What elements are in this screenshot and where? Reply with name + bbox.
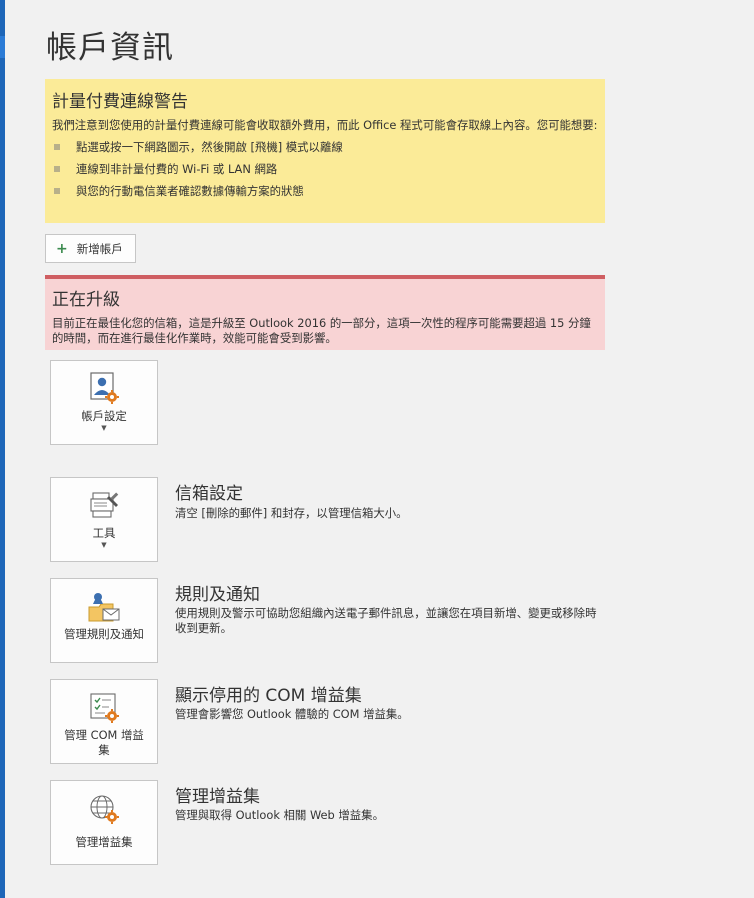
bullet-icon [54,188,60,194]
plus-icon: + [56,240,68,257]
list-item: 連線到非計量付費的 Wi-Fi 或 LAN 網路 [52,162,599,184]
account-settings-icon [87,371,121,405]
rules-title: 規則及通知 [175,585,260,605]
upgrade-text: 目前正在最佳化您的信箱，這是升級至 Outlook 2016 的一部分，這項一次… [52,316,591,345]
tile-label: 工具 [92,526,116,540]
list-item: 點選或按一下網路圖示，然後開啟 [飛機] 模式以離線 [52,140,599,162]
chevron-down-icon: ▼ [101,541,107,549]
tools-icon [87,488,121,522]
mailbox-settings-desc: 清空 [刪除的郵件] 和封存，以管理信箱大小。 [175,506,408,520]
tile-label: 管理 COM 增益集 [64,728,144,757]
rules-desc: 使用規則及警示可協助您組織內送電子郵件訊息，並讓您在項目新增、變更或移除時收到更… [175,606,597,635]
com-addins-title: 顯示停用的 COM 增益集 [175,686,362,706]
upgrade-title: 正在升級 [52,290,120,310]
rules-alerts-icon [87,589,121,623]
tile-label: 管理規則及通知 [64,627,144,641]
bullet-icon [54,144,60,150]
com-addins-desc: 管理會影響您 Outlook 體驗的 COM 增益集。 [175,707,409,721]
page-title: 帳戶資訊 [46,30,174,66]
tools-button[interactable]: 工具 ▼ [50,477,158,562]
manage-addins-desc: 管理與取得 Outlook 相關 Web 增益集。 [175,808,384,822]
mailbox-settings-title: 信箱設定 [175,484,243,504]
account-settings-button[interactable]: 帳戶設定 ▼ [50,360,158,445]
manage-addins-button[interactable]: 管理增益集 [50,780,158,865]
metered-connection-warning: 計量付費連線警告 我們注意到您使用的計量付費連線可能會收取額外費用，而此 Off… [45,79,605,223]
chevron-down-icon: ▼ [101,424,107,432]
tile-label: 帳戶設定 [81,409,127,423]
manage-rules-button[interactable]: 管理規則及通知 [50,578,158,663]
com-addins-icon [87,690,121,724]
add-account-button[interactable]: + 新增帳戶 [45,234,136,263]
globe-addins-icon [87,791,121,825]
list-item: 與您的行動電信業者確認數據傳輸方案的狀態 [52,184,599,206]
tile-label: 管理增益集 [75,835,133,849]
warning-bullets: 點選或按一下網路圖示，然後開啟 [飛機] 模式以離線 連線到非計量付費的 Wi-… [52,140,599,206]
manage-addins-title: 管理增益集 [175,787,260,807]
manage-com-addins-button[interactable]: 管理 COM 增益集 [50,679,158,764]
bullet-icon [54,166,60,172]
warning-text: 我們注意到您使用的計量付費連線可能會收取額外費用，而此 Office 程式可能會… [52,118,598,132]
upgrade-banner: 正在升級 目前正在最佳化您的信箱，這是升級至 Outlook 2016 的一部分… [45,275,605,350]
warning-title: 計量付費連線警告 [52,92,188,112]
window-left-edge [0,0,5,898]
